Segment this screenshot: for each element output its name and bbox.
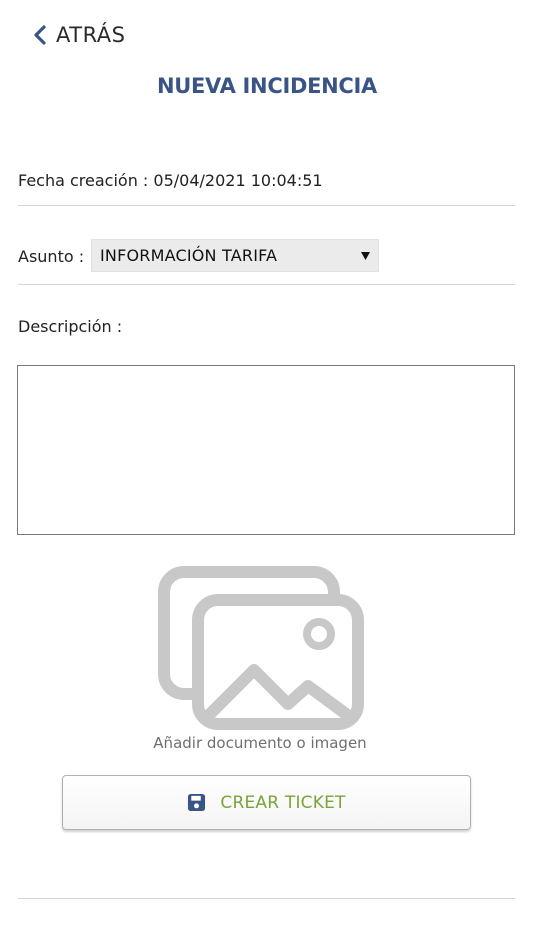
- dropdown-arrow-icon: [361, 252, 370, 260]
- back-label: ATRÁS: [56, 23, 126, 47]
- description-textarea[interactable]: [17, 365, 515, 535]
- create-ticket-label: CREAR TICKET: [220, 792, 346, 813]
- divider: [18, 898, 515, 899]
- description-label: Descripción :: [18, 317, 123, 336]
- subject-label: Asunto :: [18, 247, 85, 266]
- save-icon: [188, 793, 206, 812]
- creation-date: Fecha creación : 05/04/2021 10:04:51: [18, 171, 323, 190]
- page-title: NUEVA INCIDENCIA: [156, 74, 377, 98]
- chevron-left-icon: [34, 25, 46, 45]
- create-ticket-button[interactable]: CREAR TICKET: [62, 775, 471, 830]
- subject-select[interactable]: INFORMACIÓN TARIFA: [91, 239, 379, 272]
- back-button[interactable]: ATRÁS: [30, 20, 126, 50]
- divider: [18, 205, 515, 206]
- divider: [18, 284, 515, 285]
- subject-select-value: INFORMACIÓN TARIFA: [100, 246, 278, 265]
- image-gallery-icon: [158, 566, 364, 730]
- upload-document-button[interactable]: Añadir documento o imagen: [145, 564, 375, 754]
- upload-caption: Añadir documento o imagen: [153, 734, 367, 752]
